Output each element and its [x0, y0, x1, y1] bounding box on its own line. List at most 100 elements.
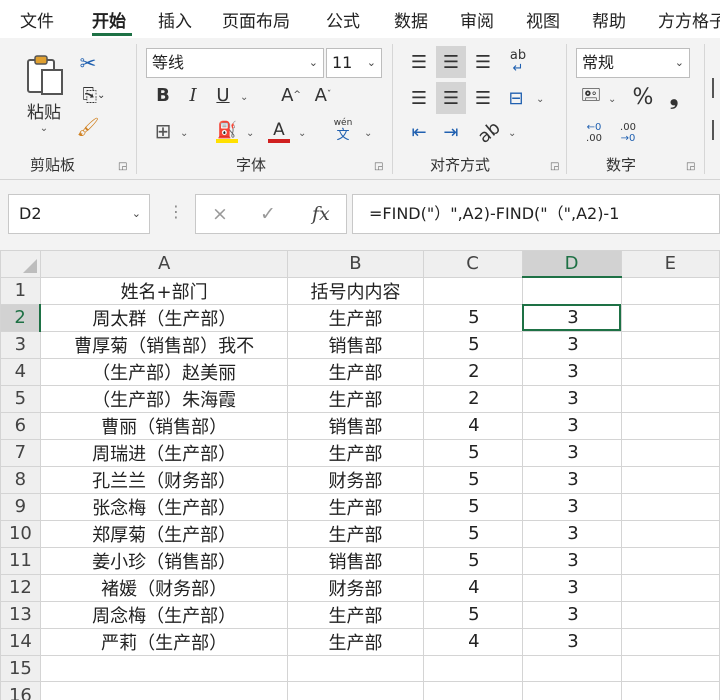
- comma-style-button[interactable]: ❟: [662, 82, 686, 112]
- cell-d[interactable]: 3: [521, 519, 622, 548]
- cell-d[interactable]: 3: [521, 492, 622, 521]
- tab-help[interactable]: 帮助: [592, 7, 626, 32]
- row-header[interactable]: 13: [0, 600, 41, 629]
- chevron-down-icon[interactable]: ⌄: [298, 128, 306, 139]
- cell-d[interactable]: 3: [521, 330, 622, 359]
- cell-e[interactable]: [620, 384, 720, 413]
- paste-button[interactable]: 粘贴 ⌄: [18, 48, 70, 138]
- select-all-corner[interactable]: [0, 250, 41, 278]
- formula-input[interactable]: =FIND("）",A2)-FIND("（",A2)-1: [352, 194, 720, 234]
- cell-a[interactable]: 姜小珍（销售部）: [39, 546, 289, 575]
- cell-c[interactable]: 5: [422, 465, 523, 494]
- cell-b[interactable]: 生产部: [287, 600, 424, 629]
- increase-indent-button[interactable]: ⇥: [436, 118, 466, 146]
- accounting-format-button[interactable]: 🖭: [578, 82, 604, 112]
- cell-c[interactable]: 5: [422, 303, 523, 332]
- name-box[interactable]: D2 ⌄: [8, 194, 150, 234]
- row-header[interactable]: 10: [0, 519, 41, 548]
- cell-c[interactable]: 5: [422, 492, 523, 521]
- tab-view[interactable]: 视图: [526, 7, 560, 32]
- cell-c[interactable]: 5: [422, 330, 523, 359]
- cell-d[interactable]: [521, 654, 622, 683]
- row-header[interactable]: 3: [0, 330, 41, 359]
- font-size-select[interactable]: 11 ⌄: [326, 48, 382, 78]
- row-header[interactable]: 9: [0, 492, 41, 521]
- insert-function-icon[interactable]: fx: [312, 203, 330, 225]
- cell-b[interactable]: 销售部: [287, 411, 424, 440]
- cell-a[interactable]: 周念梅（生产部）: [39, 600, 289, 629]
- cell-c[interactable]: 5: [422, 519, 523, 548]
- row-header[interactable]: 2: [0, 303, 42, 332]
- tab-insert[interactable]: 插入: [158, 7, 192, 32]
- row-header[interactable]: 12: [0, 573, 41, 602]
- chevron-down-icon[interactable]: ⌄: [246, 128, 254, 139]
- fill-color-button[interactable]: ⛽: [212, 118, 242, 146]
- align-center-button[interactable]: ☰: [436, 82, 466, 114]
- cell-e[interactable]: [620, 438, 720, 467]
- cell-e[interactable]: [620, 357, 720, 386]
- cell-a[interactable]: （生产部）赵美丽: [39, 357, 289, 386]
- number-launcher-icon[interactable]: ◲: [686, 161, 695, 172]
- decrease-indent-button[interactable]: ⇤: [404, 118, 434, 146]
- cell-c[interactable]: 5: [422, 438, 523, 467]
- font-launcher-icon[interactable]: ◲: [374, 161, 383, 172]
- cell-b[interactable]: 生产部: [287, 438, 424, 467]
- cell-d[interactable]: 3: [521, 438, 622, 467]
- row-header[interactable]: 5: [0, 384, 41, 413]
- tab-data[interactable]: 数据: [394, 7, 428, 32]
- cell-c[interactable]: 2: [422, 384, 523, 413]
- row-header[interactable]: 7: [0, 438, 41, 467]
- cell-e[interactable]: [620, 303, 720, 332]
- orientation-button[interactable]: ab: [474, 117, 505, 148]
- chevron-down-icon[interactable]: ⌄: [508, 128, 516, 139]
- cell-a[interactable]: （生产部）朱海霞: [39, 384, 289, 413]
- cell-e[interactable]: [620, 681, 720, 700]
- cut-button[interactable]: ✂: [74, 50, 102, 76]
- drag-handle-icon[interactable]: ⋮: [168, 202, 184, 221]
- column-header-e[interactable]: E: [620, 250, 720, 278]
- cell-d[interactable]: 3: [521, 627, 622, 656]
- cell-b[interactable]: 财务部: [287, 465, 424, 494]
- cell-a[interactable]: 郑厚菊（生产部）: [39, 519, 289, 548]
- tab-fangfang[interactable]: 方方格子: [658, 7, 720, 32]
- cell-b[interactable]: 生产部: [287, 627, 424, 656]
- cell-c[interactable]: 5: [422, 546, 523, 575]
- cell-e[interactable]: [620, 492, 720, 521]
- font-color-button[interactable]: A: [264, 118, 294, 146]
- cell-b[interactable]: 销售部: [287, 330, 424, 359]
- cell-e[interactable]: [620, 519, 720, 548]
- cell-a[interactable]: 孔兰兰（财务部）: [39, 465, 289, 494]
- cell-d[interactable]: 3: [521, 465, 622, 494]
- cell-e[interactable]: [620, 276, 720, 305]
- cell-c[interactable]: 5: [422, 600, 523, 629]
- cell-c[interactable]: 4: [422, 627, 523, 656]
- cell-b[interactable]: 括号内内容: [287, 276, 424, 305]
- column-header-d[interactable]: D: [521, 250, 622, 279]
- cell-d[interactable]: 3: [521, 303, 622, 332]
- tab-formulas[interactable]: 公式: [326, 7, 360, 32]
- cell-c[interactable]: 4: [422, 411, 523, 440]
- enter-icon[interactable]: ✓: [260, 203, 276, 225]
- cell-b[interactable]: 财务部: [287, 573, 424, 602]
- cell-b[interactable]: 生产部: [287, 519, 424, 548]
- tab-review[interactable]: 审阅: [460, 7, 494, 32]
- cell-a[interactable]: 曹厚菊（销售部）我不: [39, 330, 289, 359]
- tab-page-layout[interactable]: 页面布局: [222, 7, 290, 32]
- cell-a[interactable]: 周太群（生产部）: [39, 303, 289, 332]
- row-header[interactable]: 1: [0, 276, 41, 305]
- cell-e[interactable]: [620, 465, 720, 494]
- cell-e[interactable]: [620, 573, 720, 602]
- column-header-c[interactable]: C: [422, 250, 523, 278]
- cell-d[interactable]: 3: [521, 357, 622, 386]
- increase-decimal-button[interactable]: ←0 .00: [578, 118, 610, 148]
- italic-button[interactable]: I: [180, 82, 206, 108]
- merge-center-button[interactable]: ⊟: [502, 82, 530, 114]
- underline-button[interactable]: U: [210, 82, 236, 108]
- cell-e[interactable]: [620, 627, 720, 656]
- cell-c[interactable]: [422, 276, 523, 305]
- cell-e[interactable]: [620, 546, 720, 575]
- cell-d[interactable]: 3: [521, 546, 622, 575]
- cell-b[interactable]: 生产部: [287, 384, 424, 413]
- clipboard-launcher-icon[interactable]: ◲: [118, 161, 127, 172]
- cell-b[interactable]: [287, 681, 424, 700]
